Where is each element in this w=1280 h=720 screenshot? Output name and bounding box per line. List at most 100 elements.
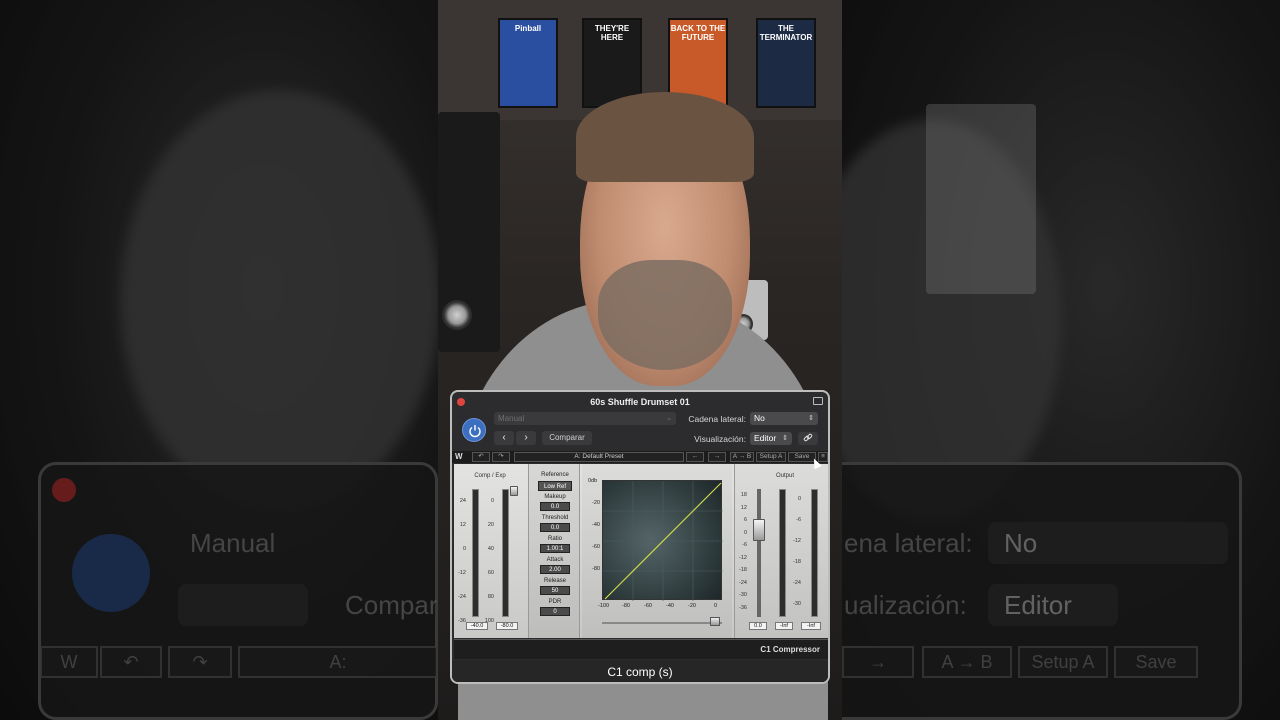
makeup-value[interactable]: 0.0 [540, 502, 570, 511]
graph-x-label-1: -80 [622, 603, 630, 609]
blurred-view-text: ualización: [844, 590, 967, 620]
graph-x-label-5: 0 [714, 603, 718, 609]
graph-x-label-3: -40 [666, 603, 674, 609]
waves-toolbar: W ↶ ↷ A: Default Preset ← → A → B Setup … [452, 451, 828, 463]
gain-reduction-meter [502, 489, 509, 617]
blurred-power-icon [72, 534, 150, 612]
blurred-preset-text: Manual [190, 528, 276, 558]
preset-next-button[interactable]: → [708, 452, 726, 462]
blurred-redo: ↷ [168, 646, 232, 678]
reference-button[interactable]: Low Ref [538, 481, 572, 491]
ratio-value[interactable]: 1.00:1 [540, 544, 570, 553]
output-meter-right [811, 489, 818, 617]
blurred-sidechain-value: No [1004, 528, 1038, 558]
plugin-window[interactable]: 60s Shuffle Drumset 01 Manual ⌄ ‹ › Comp… [450, 390, 830, 684]
sidechain-value: No [754, 413, 765, 423]
graph-y-label-3: -60 [592, 544, 600, 550]
chevron-updown-icon: ⇕ [808, 415, 814, 422]
c1-compressor-face: Comp / Exp 24 12 0 -12 -24 -36 0 20 40 60 80 100 -… [454, 464, 828, 638]
blurred-nav-box [178, 584, 308, 626]
output-meter-left [779, 489, 786, 617]
transfer-curve-section: 0db -20 -40 -60 -80 -100 -80 -60 -40 -20… [582, 464, 732, 638]
blurred-undo: ↶ [100, 646, 162, 678]
view-dropdown[interactable]: Editor ⇕ [750, 432, 792, 445]
video-frame: Manual Compar W ↶ ↷ A: ena lateral: No u… [0, 0, 1280, 720]
output-fader-track[interactable] [757, 489, 761, 617]
close-button[interactable] [457, 398, 465, 406]
transfer-curve-graph[interactable] [602, 480, 723, 601]
preset-dropdown-value: Manual [498, 414, 525, 423]
graph-y-label-2: -40 [592, 522, 600, 528]
release-value[interactable]: 50 [540, 586, 570, 595]
pdr-value[interactable]: 0 [540, 607, 570, 616]
brand-bar: C1 Compressor [454, 639, 828, 659]
output-section: Output 18 12 6 0 -6 -12 -18 -24 -30 -36 0 -6 -12 -18… [734, 464, 828, 638]
gain-readout: -80.0 [496, 622, 518, 630]
blurred-background-right: ena lateral: No ualización: Editor → A →… [802, 0, 1280, 720]
threshold-value[interactable]: 0.0 [540, 523, 570, 532]
waves-logo-icon: W [455, 452, 463, 461]
preset-name-field[interactable]: A: Default Preset [514, 452, 684, 462]
pdr-label: PDR [548, 599, 562, 605]
expand-window-icon[interactable] [813, 397, 823, 405]
attack-value[interactable]: 2.00 [540, 565, 570, 574]
redo-button[interactable]: ↷ [492, 452, 510, 462]
output-meter-scale: 0 -6 -12 -18 -24 -30 [793, 496, 801, 607]
graph-x-label-0: -100 [598, 603, 610, 609]
output-fader-handle[interactable] [753, 519, 765, 541]
blurred-ab: A → B [922, 646, 1012, 678]
compare-button[interactable]: Comparar [542, 431, 592, 445]
reference-label: Reference [541, 472, 569, 478]
blurred-close-dot [52, 478, 76, 502]
undo-button[interactable]: ↶ [472, 452, 490, 462]
comp-meter [472, 489, 479, 617]
power-button[interactable] [462, 418, 486, 442]
blurred-preset-strip: A: [238, 646, 438, 678]
view-label: Visualización: [694, 434, 746, 444]
preset-prev-button[interactable]: ← [686, 452, 704, 462]
ratio-label: Ratio [547, 536, 562, 542]
sidechain-label: Cadena lateral: [688, 414, 746, 424]
threshold-fader-handle[interactable] [510, 486, 518, 496]
poster-4: THE TERMINATOR [756, 18, 816, 108]
blurred-view-value: Editor [1004, 590, 1072, 620]
blurred-sidechain-text: ena lateral: [844, 528, 973, 558]
poster-1: Pinball [498, 18, 558, 108]
speaker-woofer-left [442, 300, 472, 330]
preset-dropdown[interactable]: Manual ⌄ [494, 412, 676, 425]
blurred-hood [120, 90, 440, 510]
release-label: Release [543, 578, 566, 584]
comp-exp-label: Comp / Exp [474, 473, 506, 479]
makeup-label: Makeup [544, 494, 566, 500]
blurred-save: Save [1114, 646, 1198, 678]
graph-y-label-0: 0db [588, 478, 598, 484]
previous-preset-button[interactable]: ‹ [494, 431, 514, 445]
person-beard [598, 260, 732, 370]
threshold-label: Threshold [541, 515, 569, 521]
plugin-brand-name: C1 Compressor [760, 645, 820, 654]
blurred-speaker [926, 104, 1036, 294]
power-icon [469, 425, 481, 438]
attack-label: Attack [546, 557, 564, 563]
link-icon [803, 433, 813, 442]
window-title: 60s Shuffle Drumset 01 [590, 397, 690, 407]
graph-y-label-1: -20 [592, 500, 600, 506]
next-preset-button[interactable]: › [516, 431, 536, 445]
chevron-down-icon: ⌄ [666, 415, 672, 422]
graph-x-label-2: -60 [644, 603, 652, 609]
transfer-curve-svg [603, 481, 723, 601]
output-left-readout: -Inf [775, 622, 793, 630]
blurred-setup: Setup A [1018, 646, 1108, 678]
knee-slider-handle[interactable] [710, 617, 720, 626]
graph-y-label-4: -80 [592, 566, 600, 572]
knee-slider-track[interactable] [602, 622, 722, 624]
output-right-readout: -Inf [801, 622, 821, 630]
output-gain-readout: 0.0 [749, 622, 767, 630]
ab-button[interactable]: A → B [730, 452, 754, 462]
link-button[interactable] [798, 432, 818, 445]
graph-x-label-4: -20 [688, 603, 696, 609]
person-hair [576, 92, 754, 182]
blurred-waves-logo: W [40, 646, 98, 678]
sidechain-dropdown[interactable]: No ⇕ [750, 412, 818, 425]
setup-button[interactable]: Setup A [756, 452, 786, 462]
